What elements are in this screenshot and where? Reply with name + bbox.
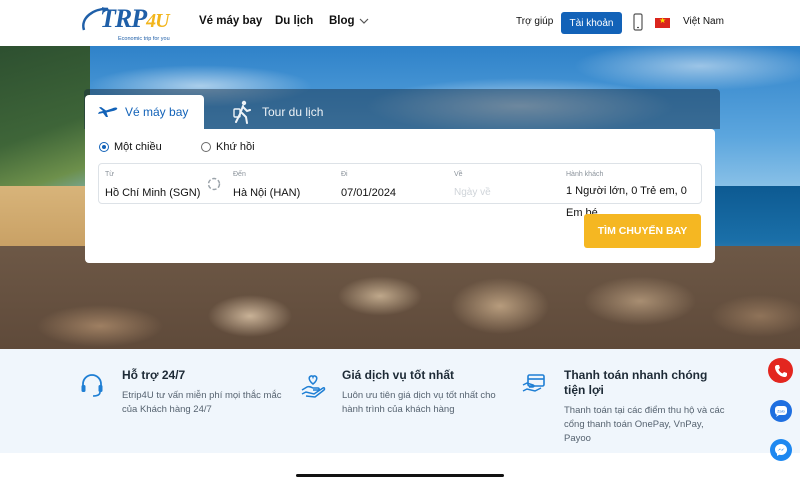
phone-icon bbox=[774, 364, 787, 377]
traveler-icon bbox=[233, 100, 251, 124]
airplane-icon bbox=[98, 107, 118, 117]
site-header: TRP4U Economic trip for you Vé máy bay D… bbox=[0, 0, 800, 46]
tab-flights-label: Vé máy bay bbox=[125, 105, 189, 119]
hand-heart-icon bbox=[301, 375, 326, 398]
features-section: Hỗ trợ 24/7 Etrip4U tư vấn miễn phí mọi … bbox=[0, 349, 800, 453]
messenger-button[interactable] bbox=[770, 439, 792, 461]
home-indicator bbox=[296, 474, 504, 477]
tab-tour-label: Tour du lịch bbox=[262, 105, 324, 119]
tab-tour[interactable]: Tour du lịch bbox=[232, 99, 323, 125]
to-caption: Đến bbox=[233, 171, 246, 178]
feature-support-desc: Etrip4U tư vấn miễn phí mọi thắc mắc của… bbox=[122, 390, 282, 415]
svg-text:Zalo: Zalo bbox=[777, 409, 786, 414]
nav-blog-label: Blog bbox=[329, 15, 355, 27]
to-field[interactable]: Đến Hà Nội (HAN) bbox=[233, 164, 333, 203]
from-value: Hồ Chí Minh (SGN) bbox=[105, 187, 201, 199]
headset-icon bbox=[81, 374, 103, 397]
depart-date-field[interactable]: Đi 07/01/2024 bbox=[341, 164, 441, 203]
depart-caption: Đi bbox=[341, 171, 348, 178]
passengers-caption: Hành khách bbox=[566, 171, 604, 178]
depart-value: 07/01/2024 bbox=[341, 187, 397, 199]
radio-round-trip-label: Khứ hồi bbox=[216, 141, 255, 153]
swap-route-icon[interactable] bbox=[207, 177, 221, 191]
chevron-down-icon bbox=[359, 18, 368, 24]
feature-payment-desc: Thanh toán tại các điểm thu hộ và các cổ… bbox=[564, 405, 725, 444]
radio-round-trip[interactable]: Khứ hồi bbox=[201, 141, 255, 153]
messenger-icon bbox=[775, 444, 787, 456]
feature-best-price-desc: Luôn ưu tiên giá dịch vụ tốt nhất cho hà… bbox=[342, 390, 496, 415]
zalo-icon: Zalo bbox=[775, 406, 787, 417]
from-field[interactable]: Từ Hồ Chí Minh (SGN) bbox=[105, 164, 205, 203]
nav-tour[interactable]: Du lịch bbox=[275, 15, 313, 27]
feature-best-price-title: Giá dịch vụ tốt nhất bbox=[342, 368, 455, 382]
call-button[interactable] bbox=[768, 358, 793, 383]
to-value: Hà Nội (HAN) bbox=[233, 187, 301, 199]
account-button[interactable]: Tài khoản bbox=[561, 12, 622, 34]
feature-payment-title: Thanh toán nhanh chóng tiện lợi bbox=[564, 368, 708, 397]
help-link[interactable]: Trợ giúp bbox=[516, 16, 553, 27]
tab-flights[interactable]: Vé máy bay bbox=[85, 95, 204, 129]
return-placeholder: Ngày về bbox=[454, 187, 491, 198]
logo-tagline: Economic trip for you bbox=[118, 36, 170, 42]
language-selector[interactable]: Việt Nam bbox=[683, 16, 724, 27]
nav-blog[interactable]: Blog bbox=[329, 15, 369, 27]
search-flights-button[interactable]: TÌM CHUYẾN BAY bbox=[584, 214, 701, 248]
radio-one-way-label: Một chiều bbox=[114, 141, 162, 153]
zalo-chat-button[interactable]: Zalo bbox=[770, 400, 792, 422]
feature-support-title: Hỗ trợ 24/7 bbox=[122, 368, 186, 382]
payment-card-icon bbox=[522, 374, 545, 392]
return-date-field[interactable]: Về Ngày về bbox=[454, 164, 554, 203]
search-fields: Từ Hồ Chí Minh (SGN) Đến Hà Nội (HAN) Đi… bbox=[98, 163, 702, 219]
nav-flights[interactable]: Vé máy bay bbox=[199, 15, 262, 27]
radio-unchecked-icon bbox=[201, 142, 211, 152]
mobile-phone-icon[interactable] bbox=[633, 13, 643, 31]
logo-wordmark: TRP4U bbox=[100, 4, 170, 33]
radio-one-way[interactable]: Một chiều bbox=[99, 141, 162, 153]
vietnam-flag-icon[interactable] bbox=[655, 16, 670, 28]
etrip4u-logo[interactable]: TRP4U Economic trip for you bbox=[82, 4, 182, 44]
from-caption: Từ bbox=[105, 171, 114, 178]
radio-checked-icon bbox=[99, 142, 109, 152]
return-caption: Về bbox=[454, 171, 463, 178]
passengers-field[interactable]: Hành khách 1 Người lớn, 0 Trẻ em, 0 Em b… bbox=[566, 164, 702, 219]
